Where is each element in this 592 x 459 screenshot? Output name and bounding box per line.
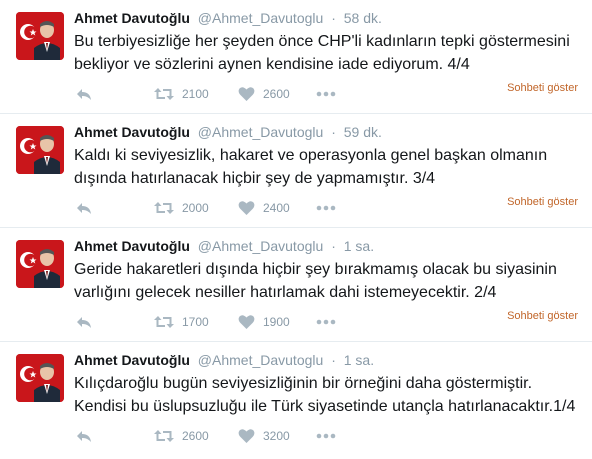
retweet-count: 1700 xyxy=(182,315,209,329)
heart-icon xyxy=(238,87,255,101)
reply-button[interactable] xyxy=(76,312,92,332)
separator: · xyxy=(331,124,336,140)
tweet-actions: 1700 1900 xyxy=(74,312,374,332)
more-button[interactable] xyxy=(316,84,336,104)
tweet-text-line: Geride hakaretleri dışında hiçbir şey bı… xyxy=(74,261,557,278)
tweet-header: Ahmet Davutoğlu @Ahmet_Davutoglu · 58 dk… xyxy=(74,9,582,27)
heart-icon xyxy=(238,429,255,443)
separator: · xyxy=(331,10,336,26)
like-count: 2400 xyxy=(263,201,290,215)
tweet-timeline: Ahmet Davutoğlu @Ahmet_Davutoglu · 58 dk… xyxy=(0,0,592,459)
reply-button[interactable] xyxy=(76,426,92,446)
avatar-image xyxy=(16,126,64,174)
more-button[interactable] xyxy=(316,312,336,332)
avatar[interactable] xyxy=(16,126,64,174)
tweet[interactable]: Ahmet Davutoğlu @Ahmet_Davutoglu · 59 dk… xyxy=(0,114,592,228)
retweet-button[interactable]: 2000 xyxy=(154,198,209,218)
like-button[interactable]: 3200 xyxy=(238,426,290,446)
tweet-text: Kaldı ki seviyesizlik, hakaret ve operas… xyxy=(74,144,584,190)
tweet-text-line: Kaldı ki seviyesizlik, hakaret ve operas… xyxy=(74,147,548,164)
like-button[interactable]: 2400 xyxy=(238,198,290,218)
tweet-text-line: Kendisi bu üslupsuzluğu ile Türk siyaset… xyxy=(74,398,576,415)
tweet-actions: 2600 3200 xyxy=(74,426,374,446)
tweet[interactable]: Ahmet Davutoğlu @Ahmet_Davutoglu · 58 dk… xyxy=(0,0,592,114)
tweet-text: Bu terbiyesizliğe her şeyden önce CHP'li… xyxy=(74,30,584,76)
like-count: 2600 xyxy=(263,87,290,101)
heart-icon xyxy=(238,315,255,329)
timestamp[interactable]: 58 dk. xyxy=(344,10,382,26)
more-icon xyxy=(316,319,336,325)
reply-button[interactable] xyxy=(76,198,92,218)
tweet[interactable]: Ahmet Davutoğlu @Ahmet_Davutoglu · 1 sa.… xyxy=(0,228,592,342)
retweet-icon xyxy=(154,88,174,100)
like-button[interactable]: 1900 xyxy=(238,312,290,332)
tweet-text-line: varlığını gelecek nesiller hatırlamak da… xyxy=(74,284,497,301)
tweet-text-line: dışında hatırlanacak hiçbir şey de yapma… xyxy=(74,170,436,187)
tweet-text: Kılıçdaroğlu bugün seviyesizliğinin bir … xyxy=(74,372,584,418)
tweet[interactable]: Ahmet Davutoğlu @Ahmet_Davutoglu · 1 sa.… xyxy=(0,342,592,456)
avatar[interactable] xyxy=(16,240,64,288)
timestamp[interactable]: 59 dk. xyxy=(344,124,382,140)
retweet-count: 2100 xyxy=(182,87,209,101)
tweet-text-line: bekliyor ve sözlerini aynen kendisine ia… xyxy=(74,56,470,73)
show-conversation-link[interactable]: Sohbeti göster xyxy=(507,196,578,208)
author-handle[interactable]: @Ahmet_Davutoglu xyxy=(198,238,324,254)
retweet-icon xyxy=(154,430,174,442)
tweet-header: Ahmet Davutoğlu @Ahmet_Davutoglu · 1 sa. xyxy=(74,351,582,369)
tweet-text: Geride hakaretleri dışında hiçbir şey bı… xyxy=(74,258,584,304)
more-button[interactable] xyxy=(316,198,336,218)
like-count: 1900 xyxy=(263,315,290,329)
retweet-icon xyxy=(154,202,174,214)
retweet-button[interactable]: 2100 xyxy=(154,84,209,104)
separator: · xyxy=(331,352,336,368)
tweet-text-line: Kılıçdaroğlu bugün seviyesizliğinin bir … xyxy=(74,375,533,392)
retweet-count: 2000 xyxy=(182,201,209,215)
tweet-header: Ahmet Davutoğlu @Ahmet_Davutoglu · 59 dk… xyxy=(74,123,582,141)
more-icon xyxy=(316,91,336,97)
timestamp[interactable]: 1 sa. xyxy=(344,352,374,368)
timestamp[interactable]: 1 sa. xyxy=(344,238,374,254)
more-icon xyxy=(316,205,336,211)
author-handle[interactable]: @Ahmet_Davutoglu xyxy=(198,352,324,368)
like-count: 3200 xyxy=(263,429,290,443)
reply-icon xyxy=(77,431,91,442)
avatar-image xyxy=(16,12,64,60)
author-handle[interactable]: @Ahmet_Davutoglu xyxy=(198,124,324,140)
reply-button[interactable] xyxy=(76,84,92,104)
tweet-actions: 2000 2400 xyxy=(74,198,374,218)
reply-icon xyxy=(77,317,91,328)
show-conversation-link[interactable]: Sohbeti göster xyxy=(507,310,578,322)
retweet-count: 2600 xyxy=(182,429,209,443)
tweet-header: Ahmet Davutoğlu @Ahmet_Davutoglu · 1 sa. xyxy=(74,237,582,255)
retweet-button[interactable]: 2600 xyxy=(154,426,209,446)
separator: · xyxy=(331,238,336,254)
retweet-icon xyxy=(154,316,174,328)
author-name[interactable]: Ahmet Davutoğlu xyxy=(74,352,190,368)
more-button[interactable] xyxy=(316,426,336,446)
tweet-actions: 2100 2600 xyxy=(74,84,374,104)
avatar[interactable] xyxy=(16,354,64,402)
show-conversation-link[interactable]: Sohbeti göster xyxy=(507,82,578,94)
author-name[interactable]: Ahmet Davutoğlu xyxy=(74,238,190,254)
avatar-image xyxy=(16,354,64,402)
author-name[interactable]: Ahmet Davutoğlu xyxy=(74,124,190,140)
avatar-image xyxy=(16,240,64,288)
like-button[interactable]: 2600 xyxy=(238,84,290,104)
tweet-text-line: Bu terbiyesizliğe her şeyden önce CHP'li… xyxy=(74,33,570,50)
heart-icon xyxy=(238,201,255,215)
author-handle[interactable]: @Ahmet_Davutoglu xyxy=(198,10,324,26)
reply-icon xyxy=(77,203,91,214)
reply-icon xyxy=(77,89,91,100)
avatar[interactable] xyxy=(16,12,64,60)
retweet-button[interactable]: 1700 xyxy=(154,312,209,332)
author-name[interactable]: Ahmet Davutoğlu xyxy=(74,10,190,26)
more-icon xyxy=(316,433,336,439)
